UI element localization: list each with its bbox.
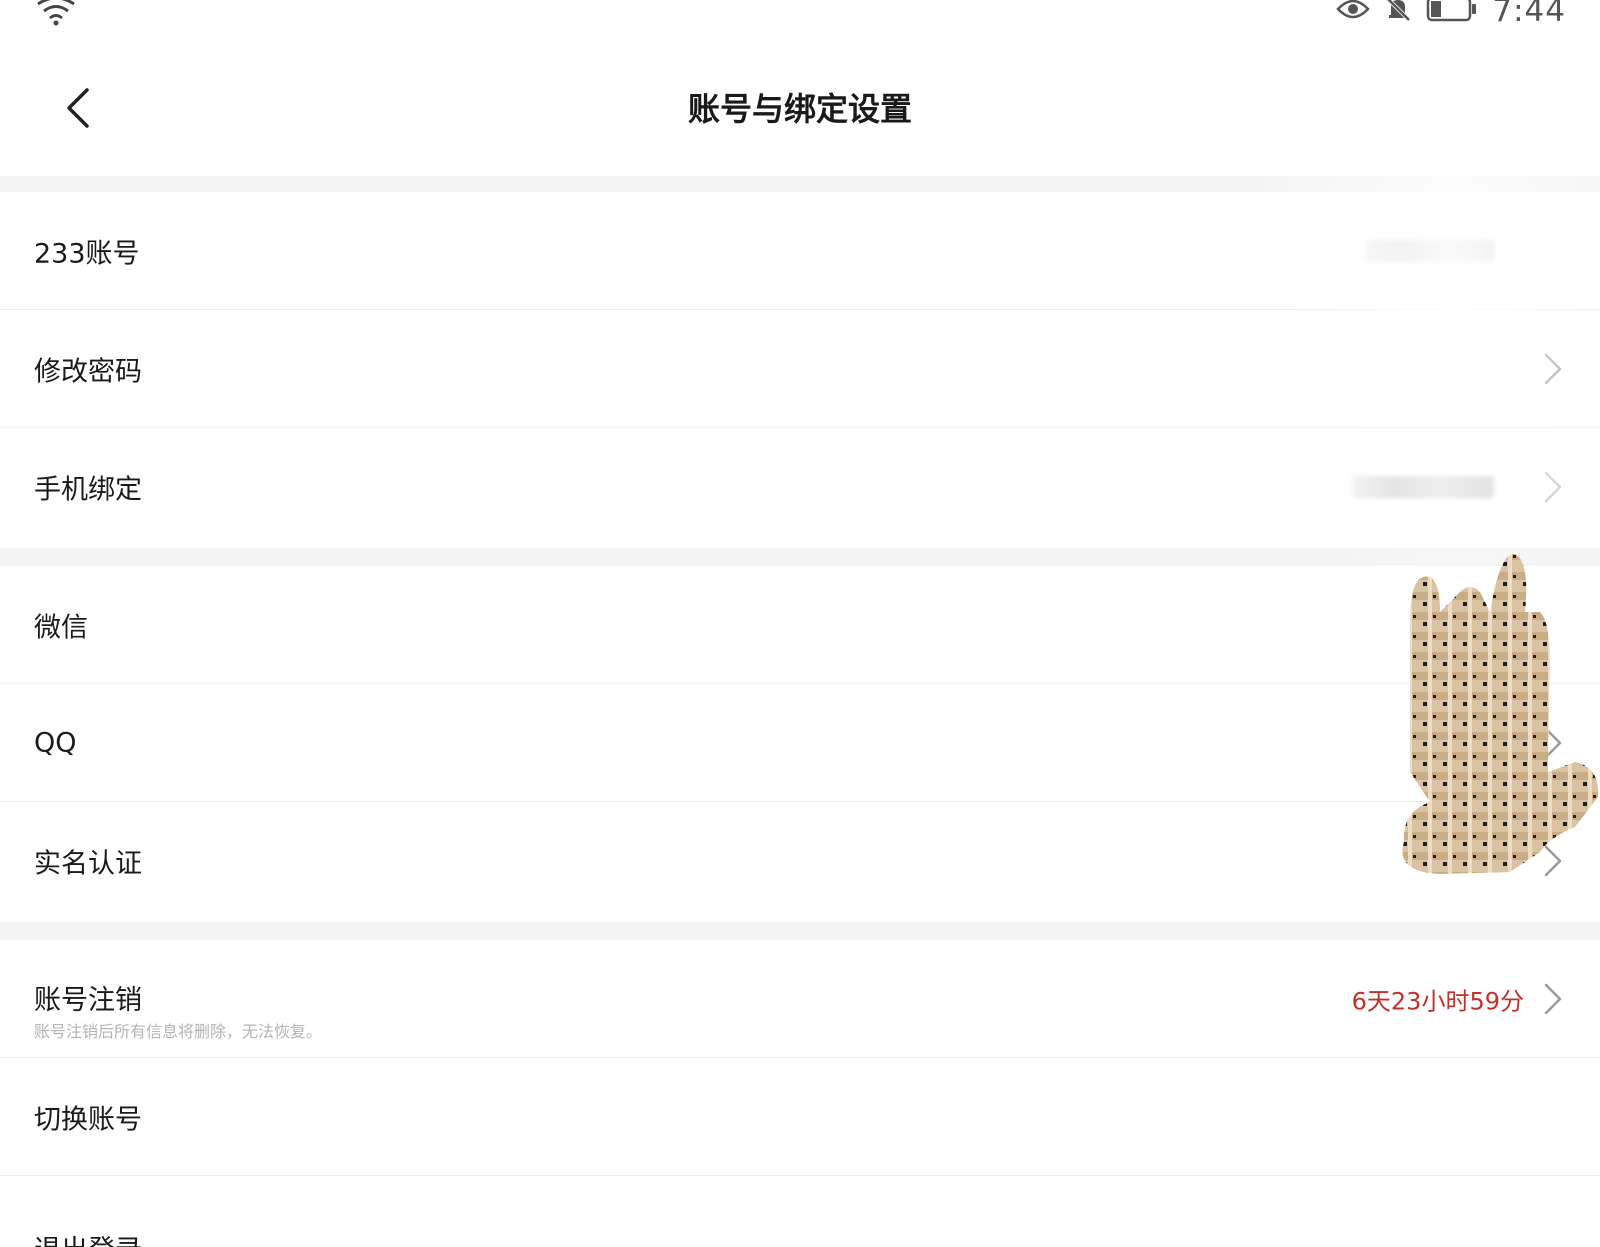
chevron-right-icon	[1544, 983, 1562, 1014]
battery-icon	[1426, 0, 1478, 26]
redacted-value	[1352, 476, 1494, 498]
binding-group: 微信 QQ 实名认证	[0, 566, 1600, 922]
chevron-right-icon	[1544, 353, 1562, 384]
row-wechat[interactable]: 微信	[0, 566, 1600, 684]
row-sublabel: 账号注销后所有信息将删除，无法恢复。	[34, 1022, 323, 1041]
chevron-right-icon	[1544, 845, 1562, 877]
chevron-right-icon	[1544, 727, 1562, 758]
row-label: 退出登录	[34, 1228, 142, 1247]
status-time: 7:44	[1492, 0, 1566, 29]
account-settings-screen: 7:44 账号与绑定设置 233账号 修改密码 手机绑定 微信 QQ 实名认证 …	[0, 0, 1600, 1247]
app-header: 账号与绑定设置	[0, 40, 1600, 176]
bell-off-icon	[1384, 0, 1412, 27]
row-label: 233账号	[34, 238, 140, 269]
row-label: 账号注销	[34, 985, 142, 1016]
chevron-right-icon	[1544, 471, 1562, 503]
row-label: 切换账号	[34, 1104, 142, 1135]
status-bar: 7:44	[0, 0, 1600, 40]
row-label: 微信	[34, 612, 88, 643]
row-label: QQ	[34, 727, 77, 758]
row-233-account[interactable]: 233账号	[0, 192, 1600, 310]
row-label: 修改密码	[34, 356, 142, 387]
row-qq[interactable]: QQ	[0, 684, 1600, 802]
row-change-password[interactable]: 修改密码	[0, 310, 1600, 428]
eye-icon	[1336, 0, 1371, 25]
page-title: 账号与绑定设置	[687, 90, 912, 128]
row-label: 手机绑定	[34, 474, 142, 506]
row-real-name-auth[interactable]: 实名认证	[0, 802, 1600, 920]
account-group: 233账号 修改密码 手机绑定	[0, 192, 1600, 548]
status-right: 7:44	[1336, 0, 1566, 29]
row-label: 实名认证	[34, 848, 142, 880]
row-phone-binding[interactable]: 手机绑定	[0, 428, 1600, 546]
wifi-icon	[36, 0, 76, 26]
row-account-deletion[interactable]: 账号注销 账号注销后所有信息将删除，无法恢复。 6天23小时59分	[0, 940, 1600, 1058]
redacted-value	[1366, 239, 1494, 262]
countdown-value: 6天23小时59分	[1351, 987, 1524, 1015]
account-actions-group: 账号注销 账号注销后所有信息将删除，无法恢复。 6天23小时59分 切换账号 退…	[0, 940, 1600, 1247]
row-logout[interactable]: 退出登录	[0, 1176, 1600, 1247]
row-switch-account[interactable]: 切换账号	[0, 1058, 1600, 1176]
